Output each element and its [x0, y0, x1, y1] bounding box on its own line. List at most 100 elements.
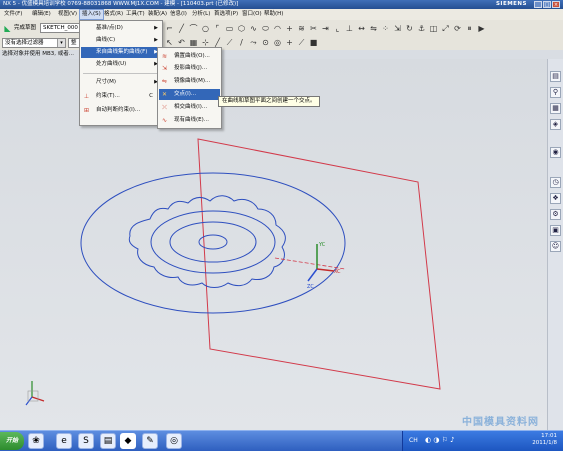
- sketch-name-combo[interactable]: SKETCH_000: [40, 23, 80, 33]
- menu-item-mirror-curve[interactable]: ⇋ 镜像曲线(M)...: [159, 76, 220, 87]
- finish-sketch-icon[interactable]: ◣: [2, 23, 13, 34]
- explorer-app-icon[interactable]: ❀: [28, 433, 44, 449]
- spline-icon[interactable]: ∿: [248, 23, 259, 34]
- point-on-curve-icon[interactable]: ⟋: [296, 37, 307, 48]
- corner-icon[interactable]: ⌞: [332, 23, 343, 34]
- menu-view[interactable]: 视图(V): [56, 10, 79, 19]
- menu-insert[interactable]: 插入(S): [79, 9, 104, 20]
- chevron-right-icon: ▶: [154, 37, 158, 43]
- circle-icon[interactable]: ○: [200, 23, 211, 34]
- shaded-cube-icon[interactable]: ■: [308, 37, 319, 48]
- minimize-button[interactable]: _: [534, 1, 542, 8]
- menu-item-datum-point[interactable]: 基准/点(D) ▶: [81, 23, 161, 34]
- reuse-library-icon[interactable]: ◈: [550, 119, 561, 130]
- menu-item-infer-constraint[interactable]: ⊞ 自动判断约束(I)...: [81, 105, 161, 116]
- menu-item-curve-from-curves[interactable]: 来自曲线集的曲线(F)▶: [81, 47, 161, 58]
- selection-filter-combo[interactable]: 没有选择过滤器 ▾: [2, 38, 66, 48]
- menu-window[interactable]: 窗口(O): [240, 10, 264, 19]
- offset-icon[interactable]: ≋: [296, 23, 307, 34]
- menu-help[interactable]: 帮助(H): [262, 10, 285, 19]
- animate-icon[interactable]: ↻: [404, 23, 415, 34]
- nx-app-icon[interactable]: ◆: [120, 433, 136, 449]
- mirror-icon[interactable]: ⇋: [368, 23, 379, 34]
- menu-tools[interactable]: 工具(T): [124, 10, 147, 19]
- search-app-icon[interactable]: S: [78, 433, 94, 449]
- tools-app-icon[interactable]: ✎: [142, 433, 158, 449]
- point-icon[interactable]: +: [284, 23, 295, 34]
- sketch-plane: [197, 138, 441, 390]
- pattern-icon[interactable]: ⁘: [380, 23, 391, 34]
- assembly-navigator-icon[interactable]: ▤: [550, 71, 561, 82]
- eval-sketch-icon[interactable]: ▶: [476, 23, 487, 34]
- manufacturing-wizard-icon[interactable]: ▣: [550, 225, 561, 236]
- finish-sketch-label[interactable]: 完成草图: [14, 23, 36, 33]
- dimension-icon[interactable]: ↔: [356, 23, 367, 34]
- reorient-icon[interactable]: ⤢: [440, 23, 451, 34]
- constraint-icon[interactable]: ⊥: [344, 23, 355, 34]
- control-point-icon[interactable]: /: [236, 37, 247, 48]
- view-sketch-icon[interactable]: ◫: [428, 23, 439, 34]
- extend-icon[interactable]: ⇥: [320, 23, 331, 34]
- input-method-icon[interactable]: CH: [409, 437, 418, 444]
- midpoint-icon[interactable]: ⟋: [224, 37, 235, 48]
- close-button[interactable]: ×: [552, 1, 560, 8]
- project-curve-icon: ⇲: [161, 65, 168, 72]
- tray-icons[interactable]: ◐ ◑ ⚐ ♪: [425, 436, 455, 444]
- rectangle-icon[interactable]: ▭: [224, 23, 235, 34]
- reattach-icon[interactable]: ⚓: [416, 23, 427, 34]
- delay-eval-icon[interactable]: ⏸: [464, 23, 475, 34]
- history-icon[interactable]: ◷: [550, 177, 561, 188]
- menu-item-intersect-point[interactable]: ✕ 交点(I)...: [159, 89, 220, 100]
- center-hole-ellipse[interactable]: [198, 234, 228, 250]
- menu-item-existing-curve[interactable]: ∿ 现有曲线(E)...: [159, 115, 220, 126]
- menu-item-curve[interactable]: 曲线(C) ▶: [81, 35, 161, 46]
- line-icon[interactable]: ╱: [176, 23, 187, 34]
- polygon-icon[interactable]: ⬡: [236, 23, 247, 34]
- yc-label: YC: [318, 242, 326, 248]
- zc-label: ZC: [307, 284, 314, 290]
- clock[interactable]: 17:01 2011/1/8: [532, 433, 557, 447]
- ellipse-icon[interactable]: ⬭: [260, 23, 271, 34]
- menu-info[interactable]: 信息(I): [168, 10, 189, 19]
- menu-assembly[interactable]: 装配(A): [146, 10, 169, 19]
- arc-center-icon[interactable]: ⊙: [260, 37, 271, 48]
- menu-file[interactable]: 文件(F): [2, 10, 24, 19]
- profile-icon[interactable]: ⌐: [164, 23, 175, 34]
- menu-analysis[interactable]: 分析(L): [190, 10, 212, 19]
- menu-item-dimension[interactable]: 尺寸(M)▶: [81, 77, 161, 88]
- misc-app-icon[interactable]: ◎: [166, 433, 182, 449]
- outer-ellipse[interactable]: [80, 172, 346, 314]
- menu-item-recipe-curve[interactable]: 处方曲线(U)▶: [81, 59, 161, 70]
- inner-ellipse[interactable]: [169, 221, 257, 263]
- maximize-button[interactable]: □: [543, 1, 551, 8]
- menu-preferences[interactable]: 首选项(P): [212, 10, 240, 19]
- process-studio-icon[interactable]: ⚙: [550, 209, 561, 220]
- system-materials-icon[interactable]: ❖: [550, 193, 561, 204]
- web-browser-icon[interactable]: ◉: [550, 147, 561, 158]
- watermark-text: 中国模具资料网: [462, 417, 539, 428]
- intersect-point-icon: ✕: [161, 91, 168, 98]
- menu-item-constraint[interactable]: ⊥ 约束(T)... C: [81, 91, 161, 102]
- gear-profile[interactable]: [128, 195, 286, 288]
- offset-curve-icon: ≋: [161, 53, 168, 60]
- start-button[interactable]: 开始: [0, 432, 24, 450]
- menu-item-offset-curve[interactable]: ≋ 偏置曲线(O)...: [159, 51, 220, 62]
- arc-icon[interactable]: ⌒: [188, 23, 199, 34]
- conic-icon[interactable]: ◠: [272, 23, 283, 34]
- fillet-icon[interactable]: ⌜: [212, 23, 223, 34]
- menu-format[interactable]: 格式(R): [102, 10, 125, 19]
- existing-point-icon[interactable]: +: [284, 37, 295, 48]
- ie-app-icon[interactable]: e: [56, 433, 72, 449]
- menu-edit[interactable]: 编辑(E): [30, 10, 53, 19]
- folder-app-icon[interactable]: ▤: [100, 433, 116, 449]
- constraint-navigator-icon[interactable]: ⚲: [550, 87, 561, 98]
- update-model-icon[interactable]: ⟳: [452, 23, 463, 34]
- part-navigator-icon[interactable]: ▦: [550, 103, 561, 114]
- trim-icon[interactable]: ✂: [308, 23, 319, 34]
- intersection-icon[interactable]: ⤳: [248, 37, 259, 48]
- menu-item-project-curve[interactable]: ⇲ 投影曲线(J)...: [159, 63, 220, 74]
- quadrant-icon[interactable]: ◎: [272, 37, 283, 48]
- roles-icon[interactable]: ☺: [550, 241, 561, 252]
- project-icon[interactable]: ⇲: [392, 23, 403, 34]
- menu-item-intersect-curve[interactable]: ⤫ 相交曲线(I)...: [159, 102, 220, 113]
